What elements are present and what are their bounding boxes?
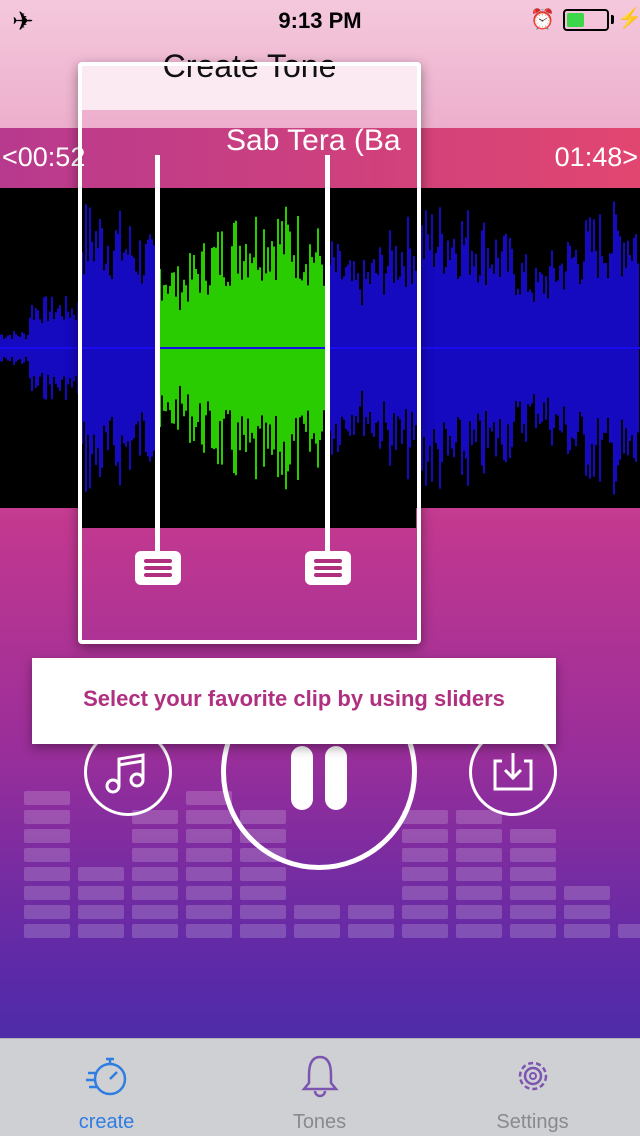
equalizer-block [456,829,502,843]
equalizer-block [564,924,610,938]
equalizer-block [78,924,124,938]
hint-tooltip: Select your favorite clip by using slide… [32,658,556,744]
clip-end-time: 01:48> [554,142,638,172]
equalizer-block [564,905,610,919]
equalizer-block [402,886,448,900]
tab-settings-label: Settings [496,1111,569,1133]
equalizer-block [402,905,448,919]
equalizer-block [186,905,232,919]
equalizer-block [456,886,502,900]
equalizer-block [510,867,556,881]
pause-icon [291,746,313,810]
battery-icon [563,9,609,31]
alarm-icon: ⏰ [530,9,555,31]
equalizer-block [24,791,70,805]
equalizer-block [618,924,640,938]
equalizer-block [24,905,70,919]
start-slider-line[interactable] [155,155,160,555]
equalizer-block [510,848,556,862]
equalizer-block [132,886,178,900]
equalizer-block [510,886,556,900]
equalizer-block [186,867,232,881]
gear-icon [518,1061,548,1091]
equalizer-block [402,810,448,824]
start-slider-handle[interactable] [135,551,181,585]
equalizer-block [186,924,232,938]
equalizer-block [240,924,286,938]
equalizer-block [402,848,448,862]
equalizer-block [240,886,286,900]
tab-settings[interactable]: Settings [426,1039,639,1136]
equalizer-block [132,867,178,881]
equalizer-block [186,810,232,824]
equalizer-block [78,886,124,900]
status-bar: ✈ 9:13 PM ⏰ ⚡ [0,0,640,40]
clip-start-time: <00:52 [2,142,86,172]
equalizer-block [456,848,502,862]
equalizer-block [24,810,70,824]
equalizer-block [510,924,556,938]
equalizer-block [294,905,340,919]
equalizer-block [186,829,232,843]
equalizer-block [78,867,124,881]
end-slider-handle[interactable] [305,551,351,585]
equalizer-block [24,848,70,862]
equalizer-block [132,848,178,862]
equalizer-block [24,829,70,843]
tab-create-label: create [78,1111,135,1133]
equalizer-block [294,924,340,938]
equalizer-block [78,905,124,919]
charging-bolt-icon: ⚡ [617,8,640,30]
end-slider-line[interactable] [325,155,330,555]
equalizer-block [348,924,394,938]
equalizer-block [456,924,502,938]
equalizer-block [456,905,502,919]
equalizer-block [132,924,178,938]
tab-bar: create Tones Settings [0,1038,640,1136]
equalizer-block [186,848,232,862]
equalizer-block [456,867,502,881]
equalizer-block [510,829,556,843]
equalizer-block [240,867,286,881]
stopwatch-icon [86,1057,127,1096]
equalizer-block [24,867,70,881]
equalizer-block [402,829,448,843]
equalizer-block [564,886,610,900]
equalizer-block [24,924,70,938]
hint-tooltip-text: Select your favorite clip by using slide… [83,686,505,711]
equalizer-block [24,886,70,900]
equalizer-block [402,924,448,938]
equalizer-block [132,905,178,919]
equalizer-block [132,829,178,843]
tab-create[interactable]: create [0,1039,213,1136]
equalizer-block [186,886,232,900]
equalizer-block [240,905,286,919]
bell-icon [301,1055,339,1098]
battery-tip [611,15,614,24]
battery-level [567,13,585,27]
selection-frame [78,62,421,644]
tab-tones-label: Tones [292,1111,347,1133]
pause-icon-bar [325,746,347,810]
tab-tones[interactable]: Tones [213,1039,426,1136]
equalizer-block [348,905,394,919]
equalizer-block [402,867,448,881]
equalizer-block [510,905,556,919]
